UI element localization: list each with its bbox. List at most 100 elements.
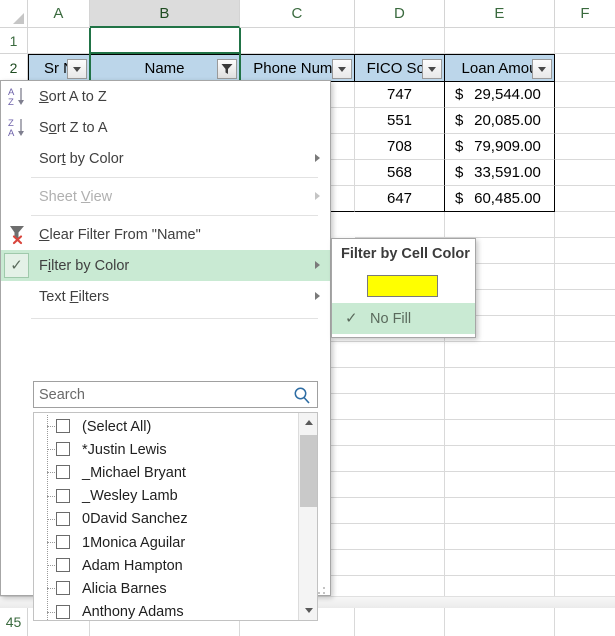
cell-B1[interactable] [90, 28, 240, 54]
row-header-2[interactable]: 2 [0, 54, 28, 82]
list-item-checkbox[interactable] [56, 419, 70, 433]
column-header-F[interactable]: F [555, 0, 615, 28]
cell-C18[interactable] [331, 472, 445, 498]
table-header-name[interactable]: Name [90, 54, 240, 82]
table-header-fico-score[interactable]: FICO Sco [355, 54, 445, 82]
cell-C20[interactable] [331, 524, 445, 550]
cell-C22[interactable] [331, 576, 445, 597]
list-item-checkbox[interactable] [56, 489, 70, 503]
cell-E8[interactable] [445, 212, 555, 238]
cell-E21[interactable] [445, 550, 555, 576]
filter-button-phone-number[interactable] [332, 59, 352, 79]
cell-D5[interactable]: 708 [355, 134, 445, 160]
cell-F19[interactable] [555, 498, 615, 524]
column-header-C[interactable]: C [240, 0, 355, 28]
scroll-down-button[interactable] [299, 601, 318, 620]
cell-D8[interactable] [355, 212, 445, 238]
cell-F18[interactable] [555, 472, 615, 498]
cell-F8[interactable] [555, 212, 615, 238]
cell-F13[interactable] [555, 342, 615, 368]
cell-F9[interactable] [555, 238, 615, 264]
cell-C15[interactable] [331, 394, 445, 420]
cell-E13[interactable] [445, 342, 555, 368]
cell-F10[interactable] [555, 264, 615, 290]
column-header-A[interactable]: A [28, 0, 90, 28]
cell-F3[interactable] [555, 82, 615, 108]
list-item-checkbox[interactable] [56, 558, 70, 572]
cell-D4[interactable]: 551 [355, 108, 445, 134]
cell-A1[interactable] [28, 28, 90, 54]
cell-E14[interactable] [445, 368, 555, 394]
menu-item-clear-filter[interactable]: Clear Filter From "Name" [1, 219, 330, 250]
cell-E16[interactable] [445, 420, 555, 446]
cell-F21[interactable] [555, 550, 615, 576]
table-header-phone-number[interactable]: Phone Numb [240, 54, 355, 82]
cell-F6[interactable] [555, 160, 615, 186]
cell-F17[interactable] [555, 446, 615, 472]
list-item-checkbox[interactable] [56, 512, 70, 526]
cell-E10[interactable] [476, 264, 555, 290]
select-all-corner[interactable] [0, 0, 28, 28]
column-header-D[interactable]: D [355, 0, 445, 28]
cell-F2[interactable] [555, 54, 615, 82]
cell-C14[interactable] [331, 368, 445, 394]
cell-C1[interactable] [240, 28, 355, 54]
list-item[interactable]: Anthony Adams [34, 601, 317, 622]
list-scrollbar[interactable] [298, 413, 317, 620]
cell-E22[interactable] [445, 576, 555, 597]
cell-E15[interactable] [445, 394, 555, 420]
list-item-checkbox[interactable] [56, 535, 70, 549]
cell-E3[interactable]: $29,544.00 [445, 82, 555, 108]
menu-item-text-filters[interactable]: Text Filters [1, 281, 330, 312]
list-item-checkbox[interactable] [56, 442, 70, 456]
list-item-checkbox[interactable] [56, 605, 70, 619]
list-item[interactable]: Adam Hampton [34, 554, 317, 577]
cell-D3[interactable]: 747 [355, 82, 445, 108]
list-item[interactable]: *Justin Lewis [34, 438, 317, 461]
cell-E45[interactable] [445, 608, 555, 636]
cell-E20[interactable] [445, 524, 555, 550]
cell-F22[interactable] [555, 576, 615, 597]
cell-E5[interactable]: $79,909.00 [445, 134, 555, 160]
cell-C17[interactable] [331, 446, 445, 472]
filter-value-list[interactable]: (Select All) *Justin Lewis _Michael Brya… [33, 412, 318, 621]
submenu-item-no-fill[interactable]: ✓ No Fill [332, 303, 475, 334]
cell-E4[interactable]: $20,085.00 [445, 108, 555, 134]
cell-F45[interactable] [555, 608, 615, 636]
cell-C13[interactable] [331, 342, 445, 368]
cell-F14[interactable] [555, 368, 615, 394]
list-item[interactable]: Alicia Barnes [34, 577, 317, 600]
scrollbar-thumb[interactable] [300, 435, 317, 507]
column-header-B[interactable]: B [90, 0, 240, 28]
list-item[interactable]: _Wesley Lamb [34, 485, 317, 508]
cell-F7[interactable] [555, 186, 615, 212]
menu-item-sort-by-color[interactable]: Sort by Color [1, 143, 330, 174]
color-swatch-yellow[interactable] [367, 275, 438, 297]
row-header-45[interactable]: 45 [0, 608, 28, 636]
cell-E6[interactable]: $33,591.00 [445, 160, 555, 186]
cell-F15[interactable] [555, 394, 615, 420]
row-header-1[interactable]: 1 [0, 28, 28, 54]
cell-D1[interactable] [355, 28, 445, 54]
cell-F12[interactable] [555, 316, 615, 342]
cell-F4[interactable] [555, 108, 615, 134]
menu-item-filter-by-color[interactable]: ✓ Filter by Color [1, 250, 330, 281]
list-item[interactable]: (Select All) [34, 415, 317, 438]
cell-D6[interactable]: 568 [355, 160, 445, 186]
filter-button-name[interactable] [217, 59, 237, 79]
search-input[interactable]: Search [33, 381, 318, 408]
filter-button-loan-amount[interactable] [532, 59, 552, 79]
resize-grip[interactable] [317, 583, 326, 592]
list-item-checkbox[interactable] [56, 465, 70, 479]
cell-F5[interactable] [555, 134, 615, 160]
table-header-loan-amount[interactable]: Loan Amou [445, 54, 555, 82]
cell-E1[interactable] [445, 28, 555, 54]
cell-F20[interactable] [555, 524, 615, 550]
list-item[interactable]: 1Monica Aguilar [34, 531, 317, 554]
list-item[interactable]: 0David Sanchez [34, 508, 317, 531]
cell-C21[interactable] [331, 550, 445, 576]
cell-E19[interactable] [445, 498, 555, 524]
cell-C19[interactable] [331, 498, 445, 524]
menu-item-sort-a-to-z[interactable]: A Z Sort A to Z [1, 81, 330, 112]
cell-D7[interactable]: 647 [355, 186, 445, 212]
